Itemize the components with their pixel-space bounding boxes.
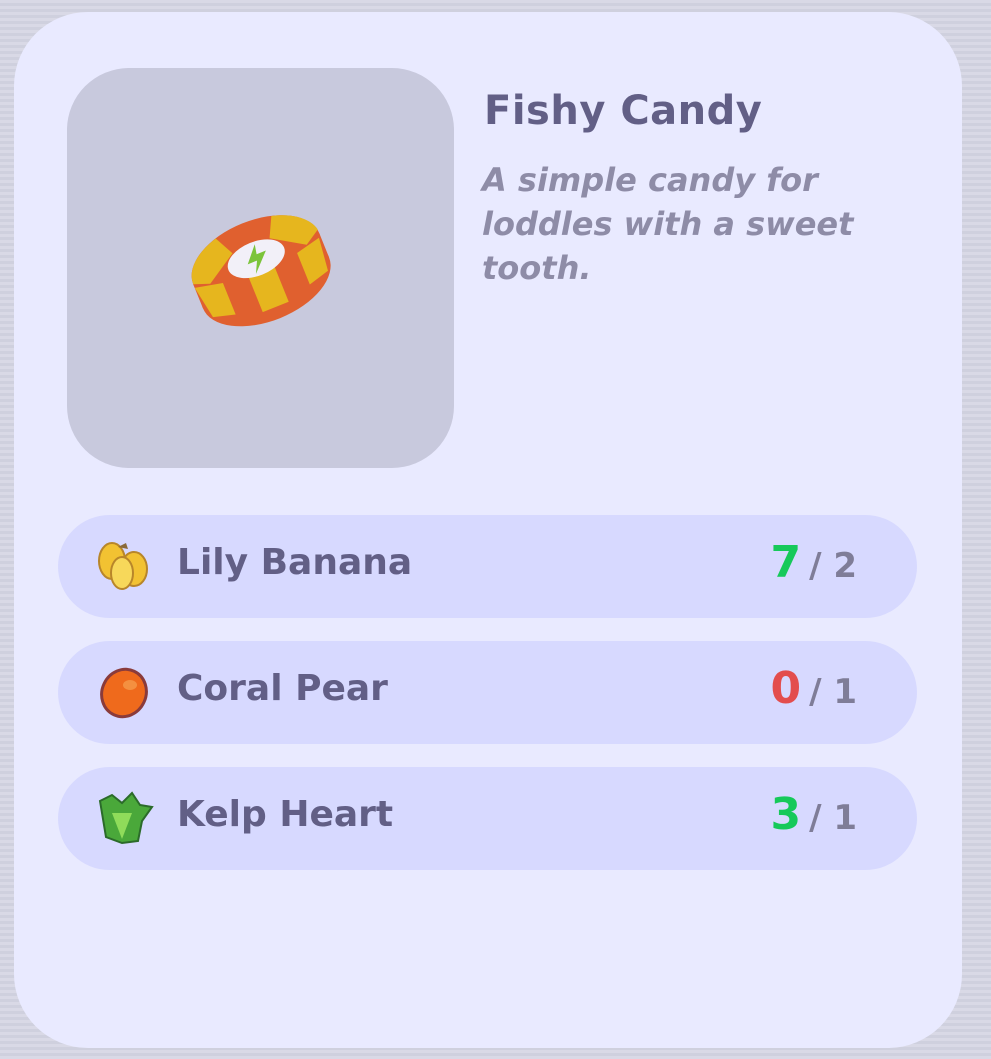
ingredient-row-lily-banana[interactable]: Lily Banana 7/ 2 <box>58 515 917 618</box>
ingredient-name: Coral Pear <box>177 668 388 709</box>
have-count: 0 <box>770 663 802 714</box>
need-count: / 1 <box>809 672 857 712</box>
need-count: / 1 <box>809 798 857 838</box>
ingredient-count: 3/ 1 <box>770 789 857 840</box>
ingredient-list: Lily Banana 7/ 2 Coral Pear 0/ 1 Kelp He… <box>58 515 917 893</box>
ingredient-count: 0/ 1 <box>770 663 857 714</box>
candy-icon <box>191 215 331 327</box>
item-description: A simple candy for loddles with a sweet … <box>482 161 854 287</box>
item-title: Fishy Candy <box>484 88 763 134</box>
ingredient-count: 7/ 2 <box>770 537 857 588</box>
banana-icon <box>92 539 154 595</box>
kelp-icon <box>92 791 154 847</box>
ingredient-name: Kelp Heart <box>177 794 394 835</box>
ingredient-name: Lily Banana <box>177 542 413 583</box>
pear-icon <box>92 665 154 721</box>
have-count: 3 <box>770 789 802 840</box>
ingredient-row-kelp-heart[interactable]: Kelp Heart 3/ 1 <box>58 767 917 870</box>
have-count: 7 <box>770 537 802 588</box>
item-image-frame <box>67 68 454 468</box>
need-count: / 2 <box>809 546 857 586</box>
ingredient-row-coral-pear[interactable]: Coral Pear 0/ 1 <box>58 641 917 744</box>
recipe-panel: Fishy Candy A simple candy for loddles w… <box>14 12 962 1048</box>
